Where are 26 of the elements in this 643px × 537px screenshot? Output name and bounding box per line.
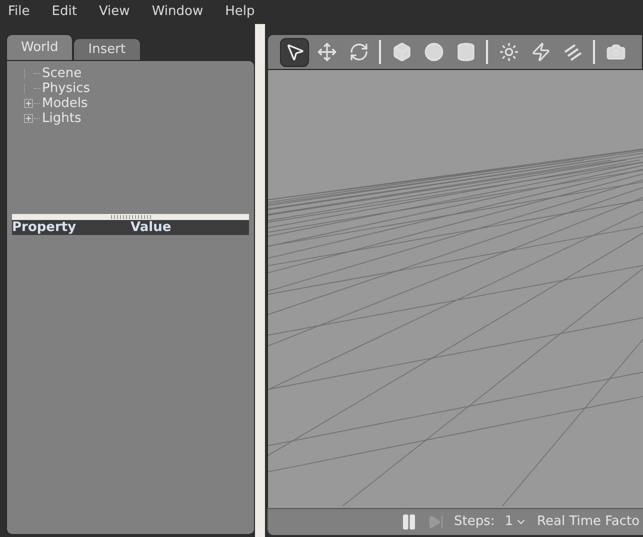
cylinder-icon [456,42,476,62]
parallel-lines-icon [562,42,584,62]
cube-icon [392,42,412,62]
steps-value[interactable]: 1 [504,512,514,532]
sun-icon [498,42,518,62]
column-header: Property [12,218,78,237]
expand-plus-icon[interactable] [24,114,33,123]
menu-item[interactable]: View [98,2,130,22]
sphere-icon [424,42,444,62]
column-header: Value [130,218,172,237]
expand-plus-icon[interactable] [24,99,33,108]
rotate-icon [348,42,368,62]
real-time-factor-label: Real Time Facto [537,513,640,532]
camera-icon [606,42,626,62]
steps-label: Steps: [454,513,495,532]
menu-item[interactable]: Window [152,2,204,22]
panel-tab[interactable]: World [6,34,74,60]
move-arrows-icon [316,42,336,62]
panel-tab[interactable]: Insert [73,38,141,60]
menu-item[interactable]: Edit [52,2,77,22]
pause-icon[interactable] [400,513,418,531]
pointer-icon [284,42,304,62]
menu-item[interactable]: File [8,2,30,22]
select-tool-button[interactable] [280,38,309,66]
menu-item[interactable]: Help [225,2,255,22]
splitter-handle[interactable] [12,214,249,220]
